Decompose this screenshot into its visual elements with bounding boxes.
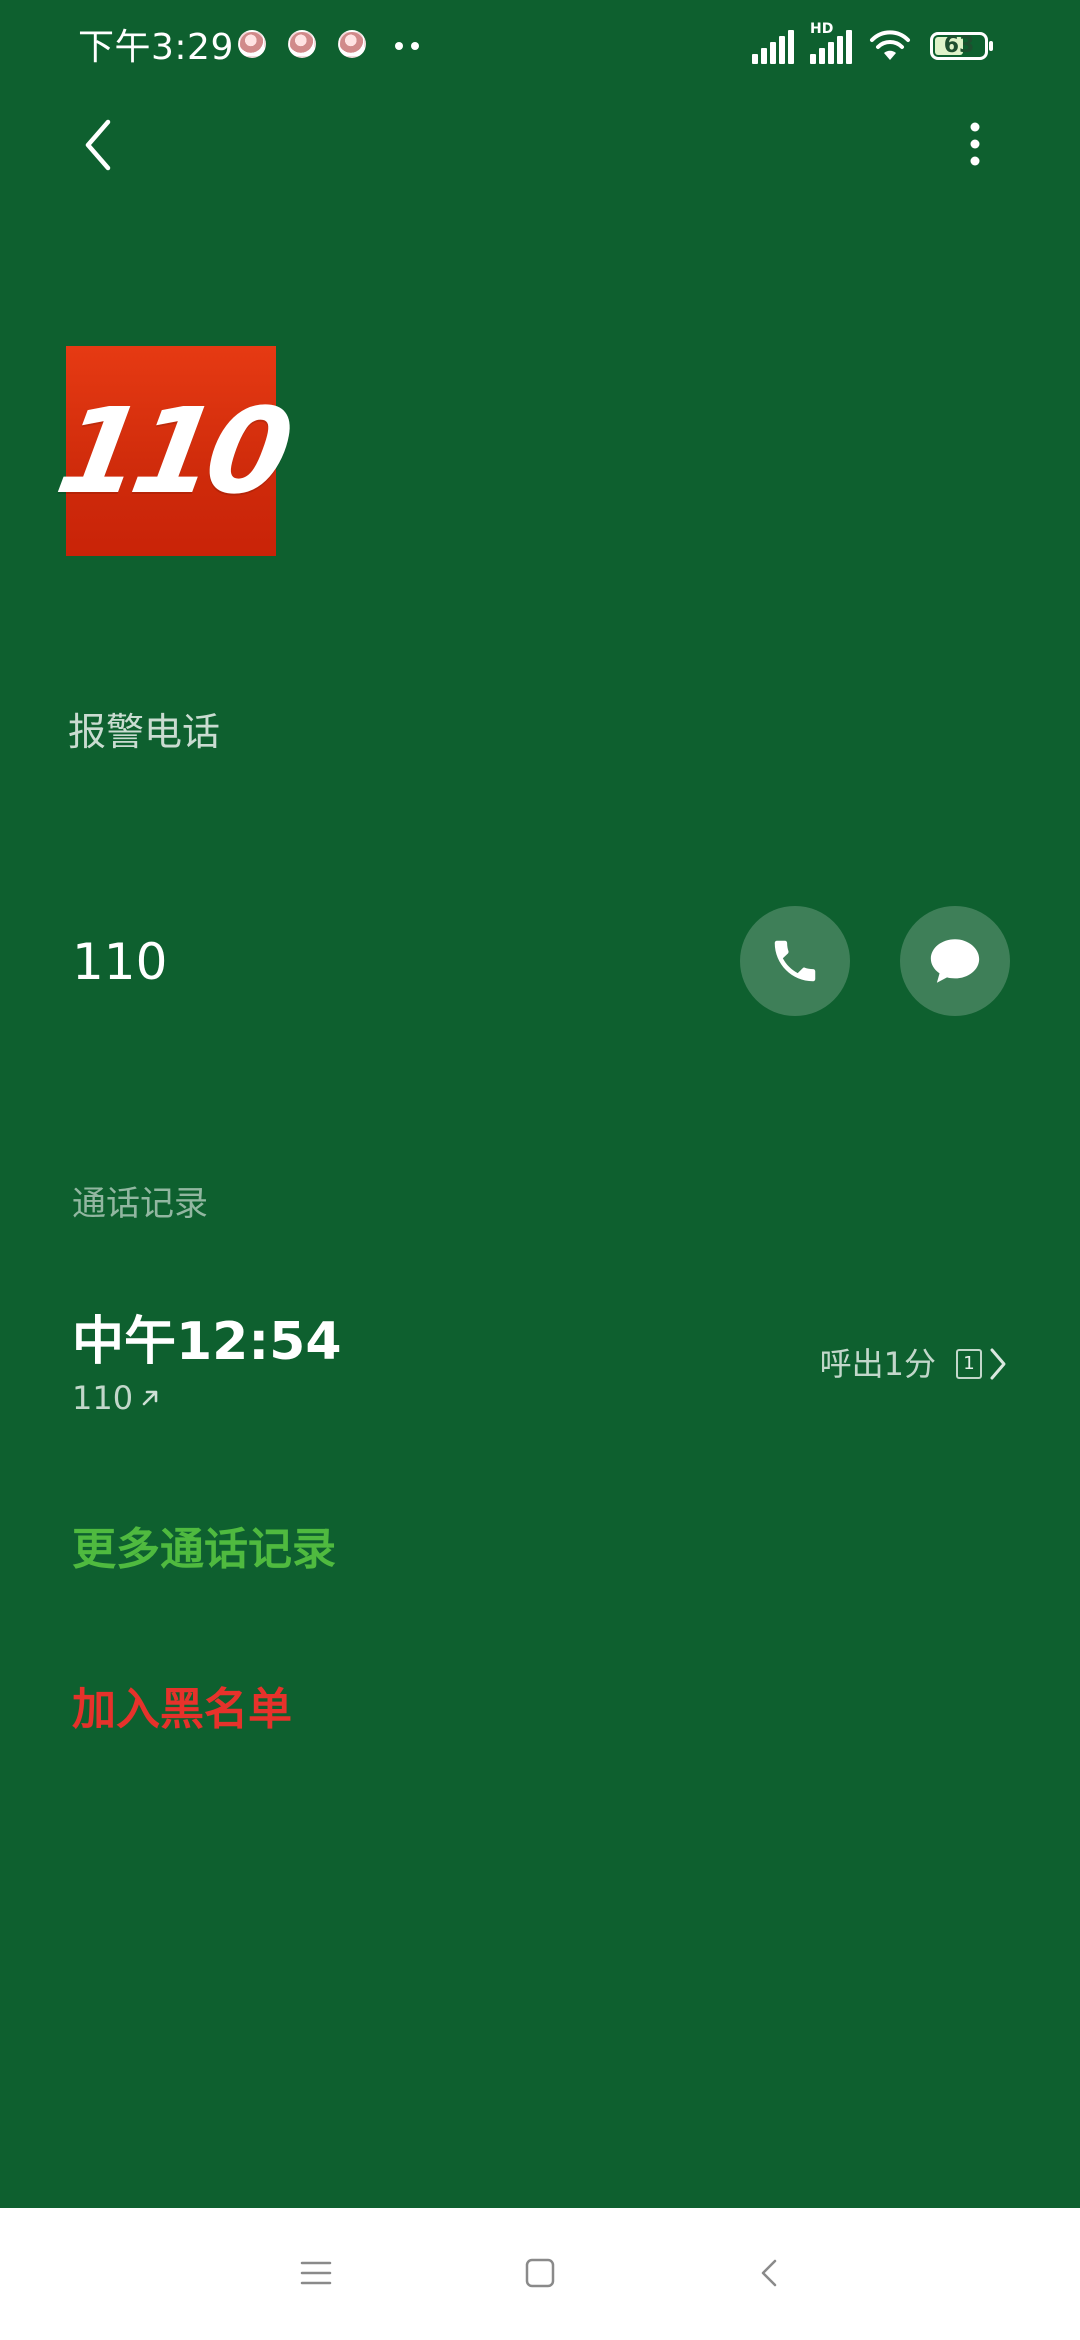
nav-home-button[interactable] xyxy=(505,2238,575,2308)
chevron-right-icon xyxy=(990,1348,1006,1380)
message-button[interactable] xyxy=(900,906,1010,1016)
wifi-icon xyxy=(870,30,910,60)
chat-icon xyxy=(930,939,980,983)
chevron-left-icon xyxy=(85,119,111,171)
back-button[interactable] xyxy=(70,110,130,180)
call-log-entry-time: 中午12:54 xyxy=(72,1312,342,1372)
more-options-button[interactable] xyxy=(950,112,1000,182)
phone-icon xyxy=(774,940,816,982)
sim-card-icon: 1 xyxy=(956,1349,982,1379)
call-log-entry-number-row: 110 xyxy=(72,1378,161,1418)
status-icons: HD 63 xyxy=(752,22,993,64)
more-vertical-icon xyxy=(970,122,980,166)
avatar-icon xyxy=(338,30,366,58)
contact-avatar: 110 xyxy=(48,346,294,556)
chevron-left-icon xyxy=(761,2259,777,2287)
avatar-icon xyxy=(238,30,266,58)
battery-icon: 63 xyxy=(930,32,993,60)
notification-icons xyxy=(238,30,366,58)
add-to-blacklist-button[interactable]: 加入黑名单 xyxy=(72,1682,292,1738)
signal-hd-icon: HD xyxy=(810,22,852,64)
more-call-records-button[interactable]: 更多通话记录 xyxy=(72,1522,336,1578)
more-notifications-icon xyxy=(395,42,423,52)
phone-number: 110 xyxy=(72,933,168,991)
navigation-bar xyxy=(0,2208,1080,2340)
nav-back-button[interactable] xyxy=(734,2238,804,2308)
contact-detail-screen: 下午3:29 HD 63 110 报警电话 110 通话记录 中午12:54 1… xyxy=(0,0,1080,2340)
call-log-entry-duration: 呼出1分 xyxy=(819,1345,936,1383)
signal-hd-label: HD xyxy=(810,21,834,37)
outgoing-arrow-icon xyxy=(142,1390,158,1406)
square-icon xyxy=(525,2258,555,2288)
call-button[interactable] xyxy=(740,906,850,1016)
nav-menu-button[interactable] xyxy=(281,2238,351,2308)
menu-icon xyxy=(300,2261,332,2285)
contact-name: 报警电话 xyxy=(68,710,221,754)
avatar-icon xyxy=(288,30,316,58)
call-log-entry-number: 110 xyxy=(72,1379,134,1417)
signal-icon xyxy=(752,28,794,64)
call-log-entry-info[interactable]: 呼出1分 1 xyxy=(820,1342,1008,1386)
contact-avatar-text: 110 xyxy=(47,382,295,520)
status-time: 下午3:29 xyxy=(78,27,234,68)
call-log-title: 通话记录 xyxy=(72,1184,208,1224)
status-bar: 下午3:29 HD 63 xyxy=(0,0,1080,96)
battery-label: 63 xyxy=(943,33,975,58)
